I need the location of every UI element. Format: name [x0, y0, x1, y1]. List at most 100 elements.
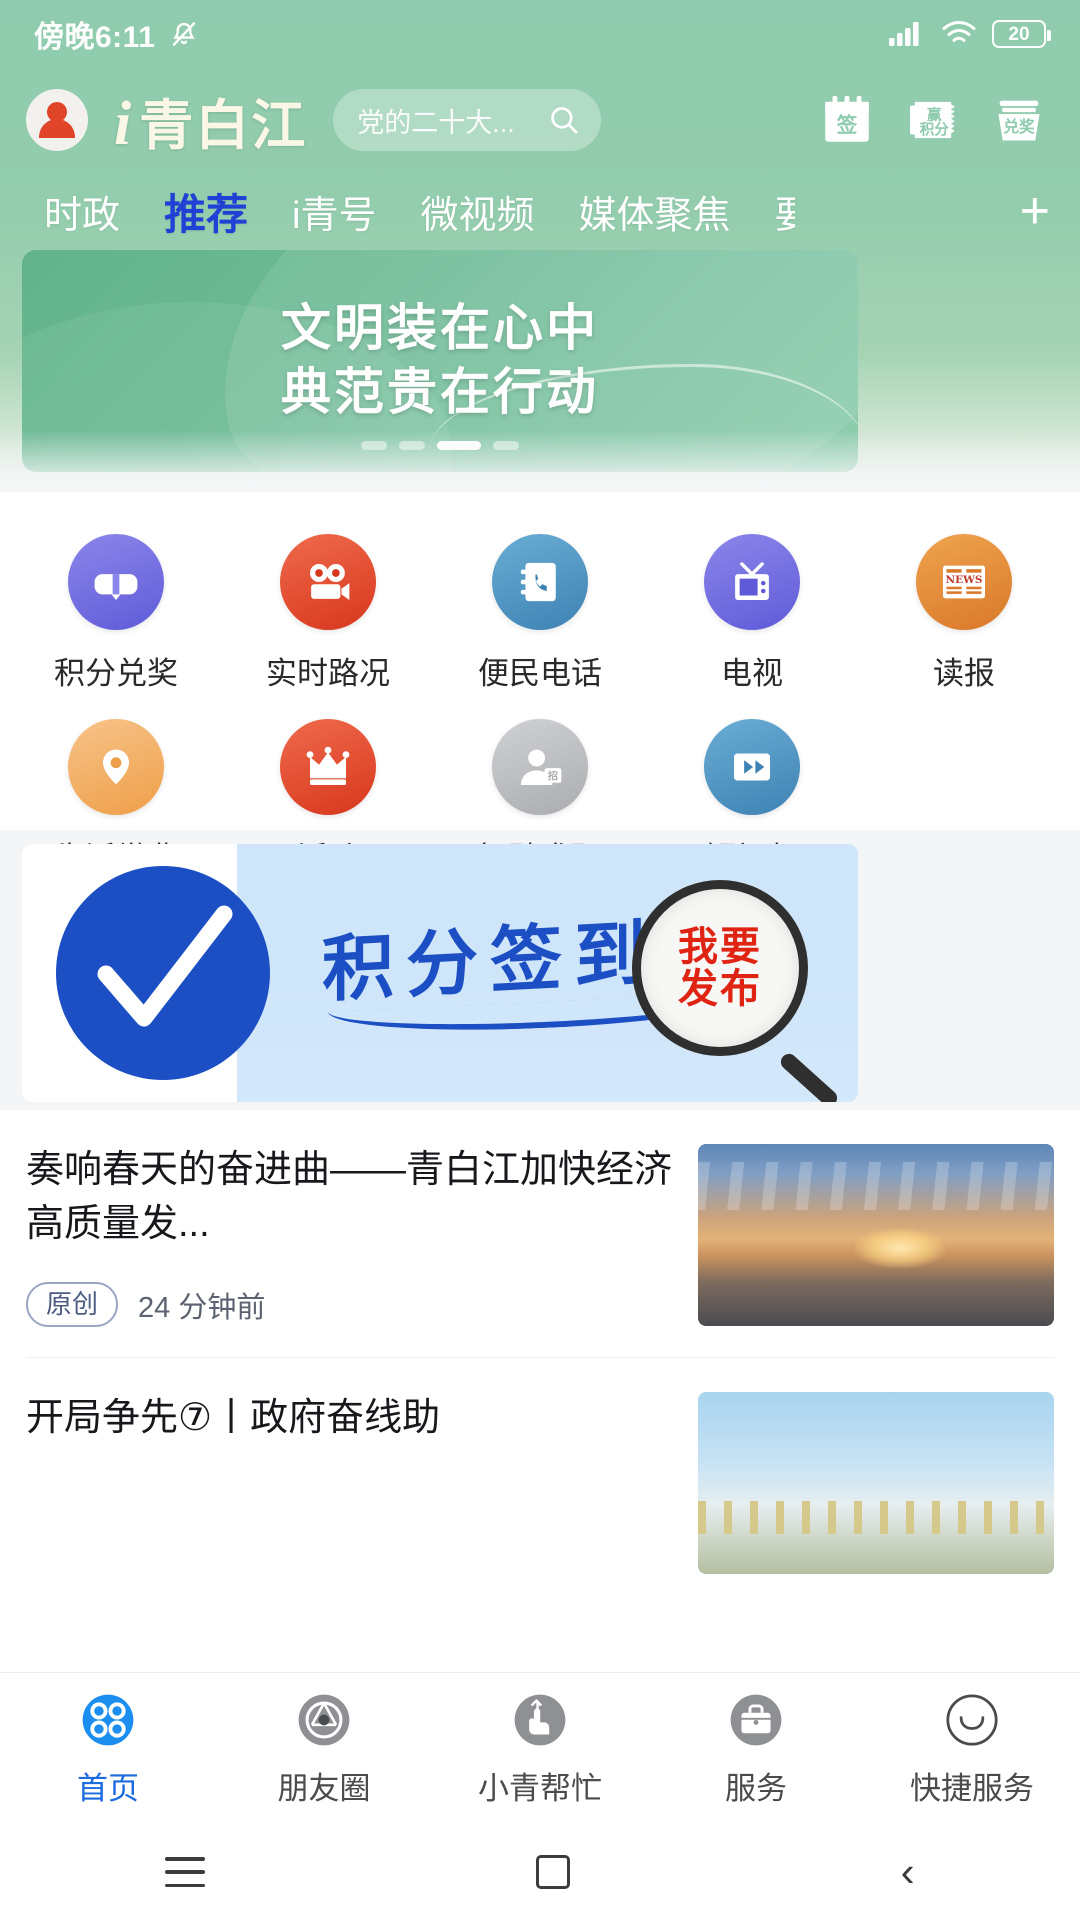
briefcase-icon [725, 1689, 787, 1751]
status-bar: 傍晚6:11 20 [0, 0, 1080, 68]
hand-tap-icon [509, 1689, 571, 1751]
nav-item-moments[interactable]: 朋友圈 [216, 1689, 432, 1808]
status-bar-right: 20 [888, 17, 1051, 52]
article-meta: 原创 24 分钟前 [26, 1281, 674, 1328]
nav-item-home[interactable]: 首页 [0, 1689, 216, 1808]
nav-label: 小青帮忙 [478, 1771, 602, 1806]
ticket-points-icon[interactable]: 赢 积分 [904, 91, 962, 149]
svg-text:兑奖: 兑奖 [1003, 117, 1035, 136]
menu-lines-icon[interactable] [165, 1857, 206, 1887]
crown-icon [280, 719, 376, 815]
smiley-icon [941, 1689, 1003, 1751]
tab-partial[interactable]: 要 [753, 184, 795, 239]
signal-bars-icon [888, 17, 926, 52]
grid-item-points-redeem[interactable]: 积分兑奖 [10, 534, 222, 693]
newspaper-icon: NEWS [916, 534, 1012, 630]
search-input[interactable]: 党的二十大... [333, 89, 602, 151]
nav-label: 服务 [725, 1771, 787, 1806]
status-badge: 原创 [26, 1281, 119, 1328]
chevron-left-icon[interactable]: ‹ [901, 1851, 915, 1893]
svg-text:招: 招 [548, 769, 558, 782]
user-avatar-icon[interactable] [26, 89, 88, 151]
hero-line-2: 典范贵在行动 [281, 364, 599, 420]
nav-label: 首页 [77, 1771, 139, 1806]
video-camera-icon [280, 534, 376, 630]
nav-item-services[interactable]: 服务 [648, 1689, 864, 1808]
svg-text:赢: 赢 [927, 106, 942, 124]
article-content: 开局争先⑦丨政府奋线助 [26, 1392, 674, 1574]
tab-shizheng[interactable]: 时政 [22, 184, 142, 239]
calendar-sign-icon[interactable]: 签 [818, 91, 876, 149]
tab-iqinghao[interactable]: i青号 [270, 184, 398, 239]
grid-item-traffic[interactable]: 实时路况 [222, 534, 434, 693]
battery-level: 20 [1008, 23, 1030, 45]
brand-name: 青白江 [139, 95, 308, 156]
status-bar-left: 傍晚6:11 [34, 12, 199, 56]
carousel-indicator [22, 441, 858, 450]
magnifier-line-1: 我要 [678, 925, 762, 969]
battery-icon: 20 [992, 20, 1051, 48]
television-icon [704, 534, 800, 630]
article-content: 奏响春天的奋进曲——青白江加快经济高质量发... 原创 24 分钟前 [26, 1144, 674, 1328]
magnifier-handle [777, 1050, 841, 1102]
recruit-person-icon: 招 [492, 719, 588, 815]
nav-item-xiaoqing-help[interactable]: 小青帮忙 [432, 1689, 648, 1808]
quick-access-grid: 积分兑奖 实时路况 便民电话 电视 NEWS 读报 招 [0, 492, 1080, 876]
magnifier-line-2: 发布 [678, 967, 762, 1011]
tab-tuijian[interactable]: 推荐 [142, 181, 270, 242]
carousel-dot[interactable] [493, 441, 519, 450]
magnifier-icon[interactable]: 我要 发布 [632, 880, 841, 1102]
brand-mark: i [114, 89, 132, 158]
phone-book-icon [492, 534, 588, 630]
brand-logo: i 青白江 [114, 81, 307, 160]
check-mark-icon [56, 866, 270, 1080]
article-title: 开局争先⑦丨政府奋线助 [26, 1397, 441, 1440]
grid-label: 便民电话 [478, 656, 602, 691]
feed-article-item[interactable]: 开局争先⑦丨政府奋线助 [0, 1358, 1080, 1575]
system-navigation-bar: ‹ [0, 1824, 1080, 1920]
svg-text:签: 签 [836, 113, 858, 137]
search-icon[interactable] [547, 103, 581, 137]
carousel-dot[interactable] [361, 441, 387, 450]
quick-access-row-1: 积分兑奖 实时路况 便民电话 电视 NEWS 读报 [0, 492, 1080, 693]
app-header: 傍晚6:11 20 i 青白江 党的二十大... 签 赢 积分 兑奖 时政 推荐… [0, 0, 1080, 490]
status-time: 傍晚6:11 [34, 21, 156, 54]
prize-basket-icon[interactable]: 兑奖 [990, 91, 1048, 149]
carousel-dot[interactable] [399, 441, 425, 450]
header-actions: 签 赢 积分 兑奖 [818, 91, 1054, 149]
article-title: 奏响春天的奋进曲——青白江加快经济高质量发... [26, 1149, 673, 1245]
wifi-icon [940, 17, 978, 52]
nav-item-quick-services[interactable]: 快捷服务 [864, 1689, 1080, 1808]
grid-item-read-news[interactable]: NEWS 读报 [858, 534, 1070, 693]
bottom-navigation: 首页 朋友圈 小青帮忙 服务 快捷服务 [0, 1672, 1080, 1824]
hero-line-1: 文明装在心中 [281, 300, 599, 356]
svg-text:NEWS: NEWS [946, 574, 983, 586]
grid-label: 电视 [721, 656, 783, 691]
location-pin-icon [68, 719, 164, 815]
bell-off-icon [169, 19, 199, 49]
vr-headset-icon [68, 534, 164, 630]
signin-title: 积分签到 [322, 913, 659, 1011]
grid-item-tv[interactable]: 电视 [646, 534, 858, 693]
tab-meitijujiao[interactable]: 媒体聚焦 [557, 184, 753, 239]
grid-item-public-phone[interactable]: 便民电话 [434, 534, 646, 693]
short-video-icon [704, 719, 800, 815]
tab-weishipin[interactable]: 微视频 [398, 184, 556, 239]
search-placeholder: 党的二十大... [357, 107, 515, 138]
article-timestamp: 24 分钟前 [138, 1291, 266, 1324]
hero-banner-carousel[interactable]: 文明装在心中 典范贵在行动 [22, 250, 858, 472]
app-bar: i 青白江 党的二十大... 签 赢 积分 兑奖 [0, 72, 1080, 168]
nav-label: 快捷服务 [910, 1771, 1034, 1806]
camera-aperture-icon [293, 1689, 355, 1751]
article-thumbnail[interactable] [698, 1392, 1054, 1575]
grid-label: 实时路况 [266, 656, 390, 691]
grid-label: 读报 [933, 656, 995, 691]
add-channel-icon[interactable]: + [1020, 185, 1050, 237]
article-thumbnail[interactable] [698, 1144, 1054, 1326]
grid-label: 积分兑奖 [54, 656, 178, 691]
carousel-dot-active[interactable] [437, 441, 481, 450]
square-home-icon[interactable] [535, 1855, 570, 1889]
hero-banner-text: 文明装在心中 典范贵在行动 [22, 296, 858, 424]
feed-article-item[interactable]: 奏响春天的奋进曲——青白江加快经济高质量发... 原创 24 分钟前 [0, 1110, 1080, 1328]
points-signin-banner[interactable]: 积分签到 我要 发布 [22, 844, 858, 1102]
